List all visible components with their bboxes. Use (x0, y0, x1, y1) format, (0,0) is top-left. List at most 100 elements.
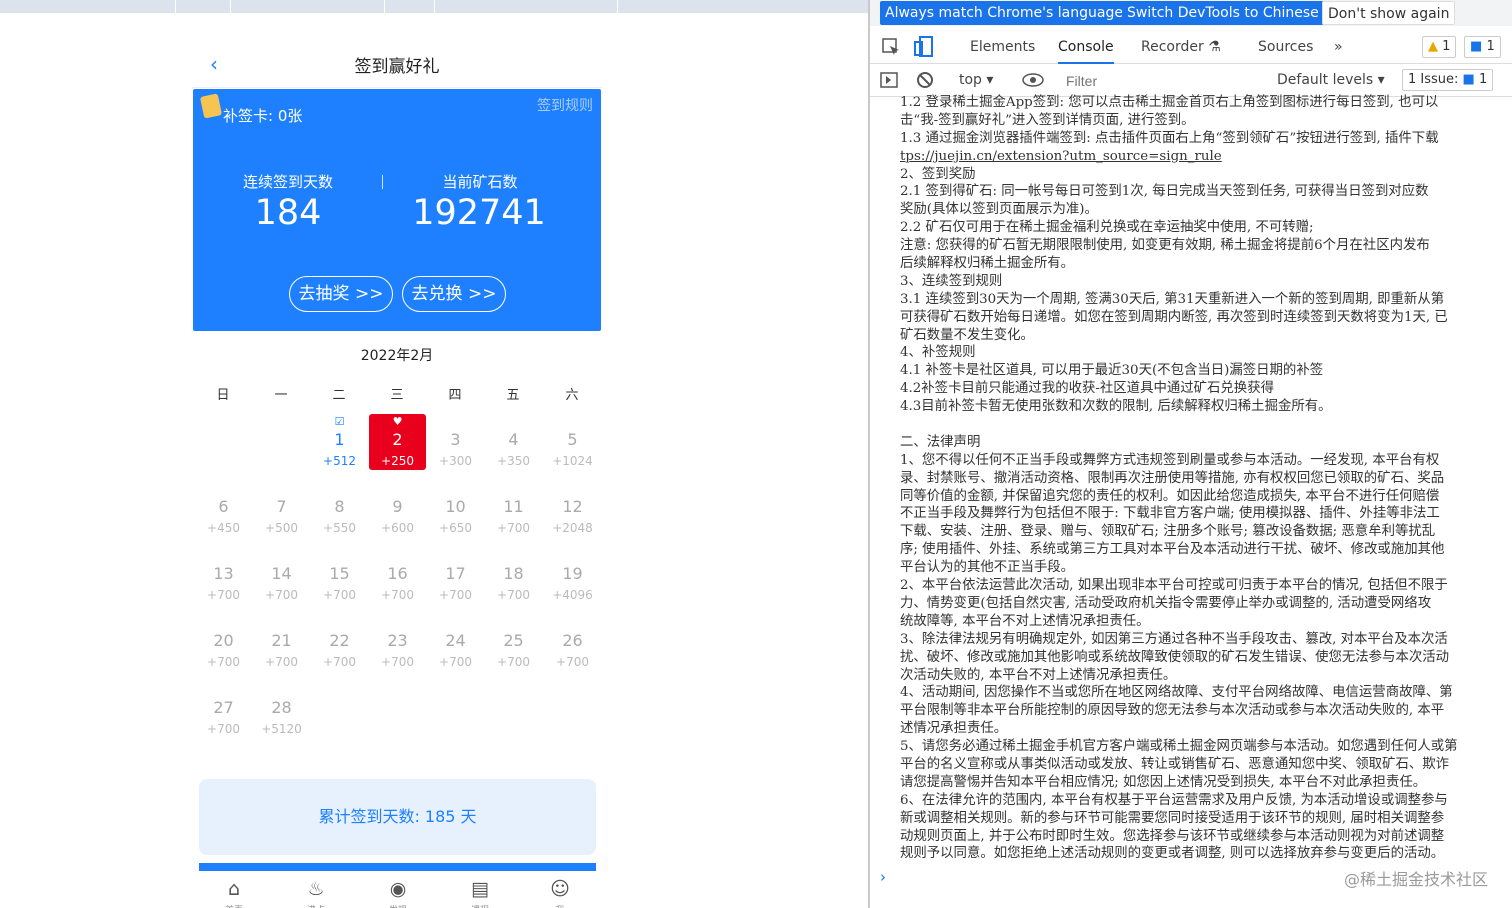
tab-sources[interactable]: Sources (1258, 39, 1313, 55)
calendar-day[interactable]: 28 +5120 (253, 682, 310, 738)
tab-elements[interactable]: Elements (970, 39, 1035, 55)
day-reward: +650 (439, 521, 472, 535)
clear-console-icon[interactable] (916, 71, 934, 89)
calendar-day[interactable]: 26 +700 (544, 615, 601, 671)
console-line: 二、法律声明 (900, 434, 981, 450)
calendar-day[interactable]: 20 +700 (195, 615, 252, 671)
calendar-day[interactable]: ♥ 2 +250 (369, 414, 426, 470)
calendar-day[interactable]: 19 +4096 (544, 548, 601, 604)
day-number: 23 (387, 631, 408, 650)
calendar-day[interactable]: 13 +700 (195, 548, 252, 604)
calendar-day[interactable]: 9 +600 (369, 481, 426, 537)
console-line: 注意: 您获得的矿石暂无期限限制使用, 如变更有效期, 稀土掘金将提前6个月在社… (900, 238, 1430, 254)
calendar-day[interactable]: 8 +550 (311, 481, 368, 537)
calendar-day[interactable]: 16 +700 (369, 548, 426, 604)
calendar-day[interactable]: 7 +500 (253, 481, 310, 537)
tab-home[interactable]: ⌂ 首页 (214, 878, 254, 908)
tab-recorder[interactable]: Recorder ⚗ (1141, 39, 1221, 55)
inspect-icon[interactable] (882, 38, 900, 56)
warning-count-badge[interactable]: ▲ 1 (1422, 36, 1457, 58)
context-select[interactable]: top ▾ (959, 72, 993, 88)
tab-discover[interactable]: ◉ 发现 (378, 878, 418, 908)
match-language-button[interactable]: Always match Chrome's language (880, 1, 1128, 25)
log-levels-select[interactable]: Default levels ▾ (1277, 72, 1385, 88)
device-toolbar-icon[interactable] (914, 36, 934, 58)
discover-icon: ◉ (389, 878, 407, 900)
console-line: 2、本平台依法运营此次活动, 如果出现非本平台可控或可归责于本平台的情况, 包括… (900, 578, 1448, 594)
streak-label: 连续签到天数 (242, 173, 333, 191)
switch-chinese-button[interactable]: Switch DevTools to Chinese (1122, 1, 1324, 25)
weekday-label: 日 (216, 388, 230, 403)
sidebar-toggle-icon[interactable] (880, 72, 898, 88)
day-reward: +5120 (261, 722, 302, 736)
log-levels-value: Default levels (1277, 72, 1374, 88)
day-reward: +700 (497, 521, 530, 535)
calendar-day[interactable]: 5 +1024 (544, 414, 601, 470)
issues-badge[interactable]: 1 Issue: ■ 1 (1402, 69, 1494, 91)
day-number: 19 (562, 564, 583, 583)
calendar-day[interactable]: 18 +700 (485, 548, 542, 604)
calendar-day[interactable]: 24 +700 (427, 615, 484, 671)
dont-show-button[interactable]: Don't show again (1322, 1, 1456, 25)
console-line: 同等价值的金额, 并保留追究您的责任的权利。如因此给您造成损失, 本平台不进行任… (900, 488, 1440, 504)
day-reward: +512 (323, 454, 356, 468)
console-prompt-icon[interactable]: › (880, 868, 886, 886)
day-reward: +2048 (552, 521, 593, 535)
console-filter-input[interactable] (1062, 69, 1264, 93)
checked-icon: ☑ (334, 415, 345, 428)
watermark: @稀土掘金技术社区 (1343, 870, 1488, 889)
live-expression-eye-icon[interactable] (1022, 73, 1044, 87)
calendar-day[interactable]: 23 +700 (369, 615, 426, 671)
console-line: 述情况承担责任。 (900, 721, 1008, 737)
console-output: 1.2 登录稀土掘金App签到: 您可以点击稀土掘金首页右上角签到图标进行每日签… (900, 94, 1512, 869)
weekday-label: 一 (274, 388, 288, 403)
day-number: 24 (445, 631, 466, 650)
tab-me[interactable]: ☺我 (540, 878, 580, 908)
devtools-tab-bar: Elements Console Recorder ⚗ Sources » ▲ … (870, 30, 1512, 64)
console-line: 奖励(具体以签到页面展示为准)。 (900, 202, 1098, 218)
console-toolbar: top ▾ Default levels ▾ 1 Issue: ■ 1 (870, 64, 1512, 97)
calendar-day[interactable]: 14 +700 (253, 548, 310, 604)
day-number: 8 (334, 497, 345, 516)
day-reward: +4096 (552, 588, 593, 602)
calendar-day[interactable]: 22 +700 (311, 615, 368, 671)
warning-icon: ▲ (1428, 39, 1438, 54)
calendar-day[interactable]: 15 +700 (311, 548, 368, 604)
calendar-day[interactable]: 11 +700 (485, 481, 542, 537)
day-number: 18 (503, 564, 524, 583)
page-viewport: ‹ 签到赢好礼 补签卡: 0张 签到规则 连续签到天数 当前矿石数 184 19… (0, 0, 868, 908)
lottery-button[interactable]: 去抽奖 >> (289, 276, 393, 312)
signin-rules-link[interactable]: 签到规则 (537, 95, 593, 115)
message-count-badge[interactable]: ■ 1 (1464, 36, 1501, 58)
makeup-card-count: 补签卡: 0张 (223, 107, 303, 125)
exchange-button[interactable]: 去兑换 >> (402, 276, 506, 312)
tab-console[interactable]: Console (1058, 39, 1114, 64)
tab-course[interactable]: ▤ 课程 (460, 878, 500, 908)
calendar-day[interactable]: 4 +350 (485, 414, 542, 470)
day-number: 26 (562, 631, 583, 650)
more-tabs-icon[interactable]: » (1334, 39, 1343, 55)
console-line: 1.2 登录稀土掘金App签到: 您可以点击稀土掘金首页右上角签到图标进行每日签… (900, 95, 1439, 110)
calendar-day[interactable]: 6 +450 (195, 481, 252, 537)
console-line: 扰、破坏、修改或施加其他影响或系统故障致使领取的矿石发生错误、使您无法参与本次活… (900, 649, 1450, 665)
calendar-day[interactable]: 17 +700 (427, 548, 484, 604)
calendar-day[interactable]: ☑ 1 +512 (311, 414, 368, 470)
issues-icon: ■ (1462, 72, 1475, 87)
console-line: tps://juejin.cn/extension?utm_source=sig… (900, 148, 1222, 164)
message-count: 1 (1486, 39, 1495, 54)
message-icon: ■ (1470, 39, 1483, 54)
calendar-day[interactable]: 21 +700 (253, 615, 310, 671)
heart-icon: ♥ (392, 415, 403, 428)
tab-pins[interactable]: ♨ 沸点 (296, 878, 336, 908)
day-reward: +550 (323, 521, 356, 535)
day-number: 28 (271, 698, 292, 717)
calendar-day[interactable]: 12 +2048 (544, 481, 601, 537)
console-line: 4、补签规则 (900, 345, 976, 361)
calendar-day[interactable]: 3 +300 (427, 414, 484, 470)
calendar-day[interactable]: 10 +650 (427, 481, 484, 537)
language-infobar: Always match Chrome's language Switch De… (870, 0, 1512, 26)
calendar-day[interactable]: 27 +700 (195, 682, 252, 738)
console-line: 规则予以同意。如您拒绝上述活动规则的变更或者调整, 则可以选择放弃参与变更后的活… (900, 846, 1445, 862)
calendar-day[interactable]: 25 +700 (485, 615, 542, 671)
